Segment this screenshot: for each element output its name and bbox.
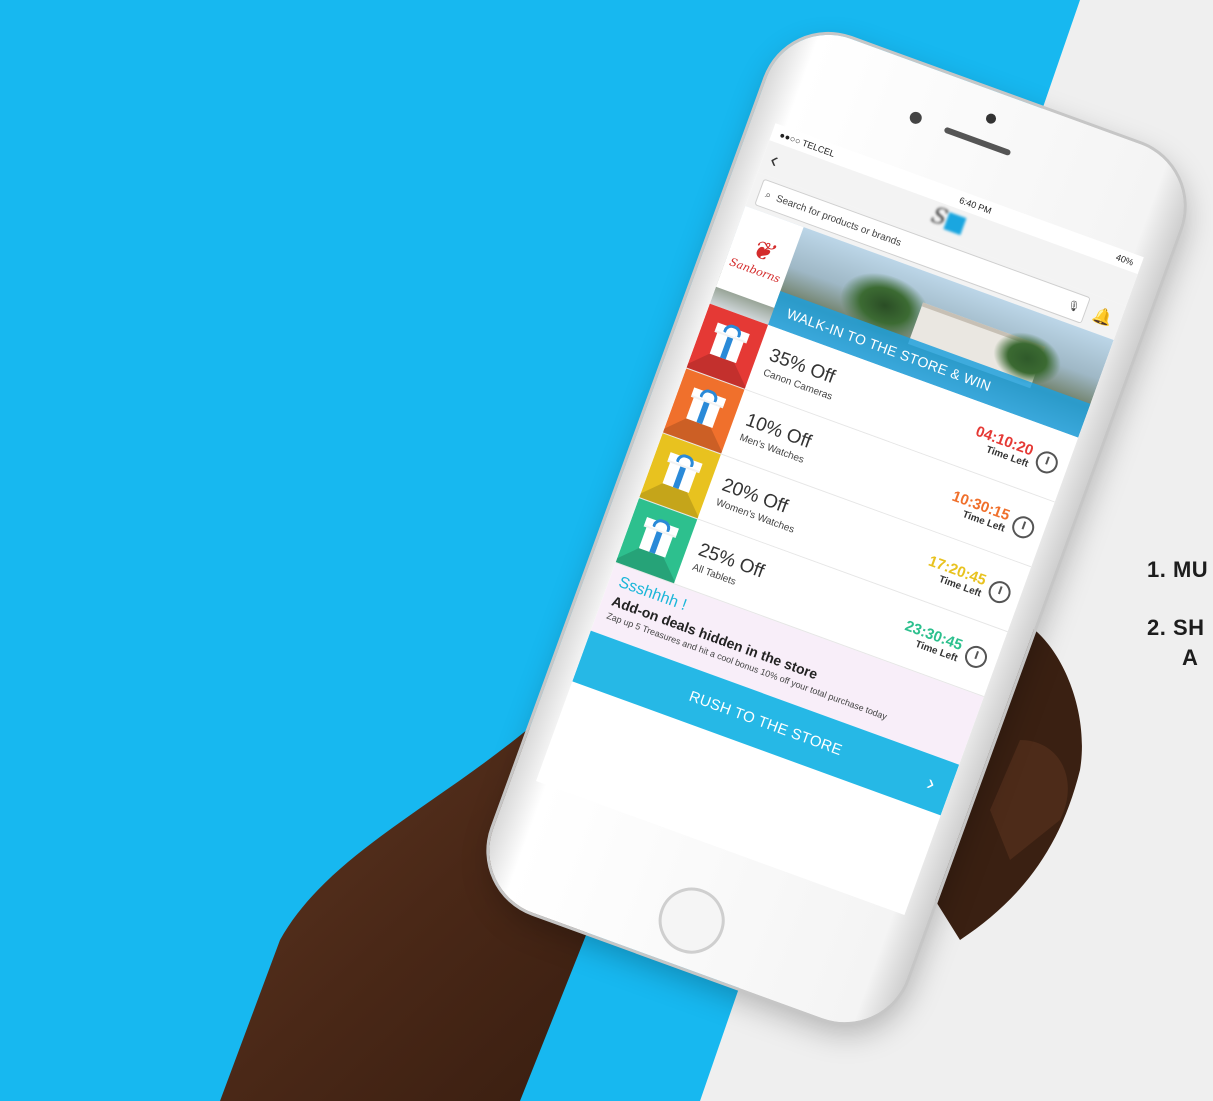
bell-icon[interactable]: 🔔 [1090,304,1116,330]
home-button[interactable] [649,878,734,963]
side-caption: 1. MU 2. SH A [1147,555,1213,701]
deal-countdown: 10:30:15 Time Left [946,488,1018,537]
chevron-left-icon[interactable]: ‹ [767,147,795,178]
deal-countdown: 04:10:20 Time Left [970,423,1042,472]
front-camera [984,112,998,126]
proximity-sensor [908,110,924,126]
battery-label: 40% [1114,252,1135,268]
deal-countdown: 23:30:45 Time Left [899,617,971,666]
side-caption-line-1: 1. MU [1147,557,1209,582]
side-caption-line-3: A [1182,645,1199,670]
search-icon: ⌕ [763,188,773,202]
earpiece-speaker [943,126,1012,157]
chevron-right-icon: › [923,769,940,796]
microphone-icon[interactable]: 🎙 [1066,299,1082,314]
deal-countdown: 17:20:45 Time Left [922,553,994,602]
